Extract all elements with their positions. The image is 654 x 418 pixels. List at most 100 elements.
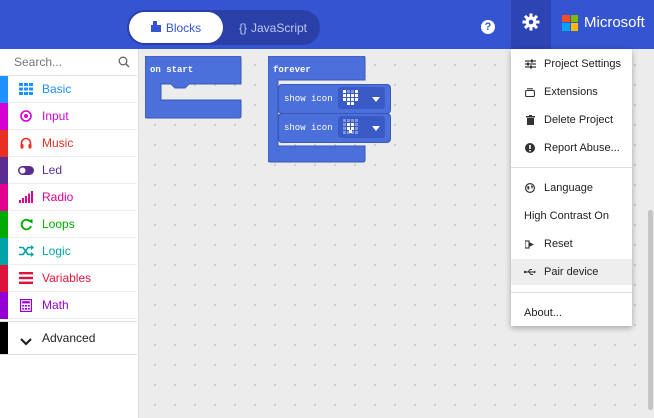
menu-item-label: High Contrast On [524,210,609,222]
top-bar: Blocks {} JavaScript ? Microsoft [0,0,654,49]
menu-divider [511,167,632,168]
category-radio[interactable]: Radio [0,184,137,211]
category-label: Logic [42,244,71,258]
brand-label: Microsoft [584,14,645,31]
alert-icon [524,142,536,154]
category-color-bar [0,130,8,157]
forever-label: forever [273,65,311,75]
show-icon-label: show icon [284,123,333,133]
reset-icon [524,238,536,250]
menu-item-label: Delete Project [544,114,614,126]
small-heart-icon [341,117,361,140]
list-lines-icon [18,271,34,285]
category-color-bar [0,211,8,238]
search-placeholder: Search... [14,55,63,69]
editor-toggle: Blocks {} JavaScript [127,10,320,45]
settings-menu: Project Settings Extensions Delete Proje… [511,49,632,326]
blocks-tab[interactable]: Blocks [129,12,223,43]
show-icon-label: show icon [284,94,333,104]
javascript-tab-label: JavaScript [250,20,308,35]
category-loops[interactable]: Loops [0,211,137,238]
category-led[interactable]: Led [0,157,137,184]
heart-icon [341,88,361,111]
category-color-bar [0,157,8,184]
headphones-icon [18,136,34,150]
category-label: Variables [42,271,92,285]
category-label: Advanced [42,331,96,345]
menu-item-label: Report Abuse... [544,142,620,154]
vertical-scrollbar[interactable] [648,210,653,410]
category-music[interactable]: Music [0,130,137,157]
icon-dropdown[interactable] [338,87,385,109]
show-icon-block[interactable]: show icon [278,113,391,143]
category-advanced[interactable]: Advanced [0,321,137,355]
signal-bars-icon [18,190,34,204]
menu-item-reset[interactable]: Reset [511,231,632,257]
search-icon[interactable] [118,55,130,73]
menu-item-report-abuse[interactable]: Report Abuse... [511,135,632,161]
menu-item-label: Extensions [544,86,598,98]
chevron-down-icon [372,124,380,134]
blocks-icon [150,20,161,35]
input-circle-icon [18,109,34,123]
calculator-icon [18,298,34,312]
category-variables[interactable]: Variables [0,265,137,292]
menu-item-label: Language [544,182,593,194]
menu-item-delete-project[interactable]: Delete Project [511,107,632,133]
menu-item-label: About... [524,307,562,319]
toolbox: Search... Basic Input Music Led Radio Lo… [0,49,139,418]
category-color-bar [0,76,8,103]
menu-item-language[interactable]: Language [511,175,632,201]
category-label: Basic [42,82,72,96]
category-math[interactable]: Math [0,292,137,319]
microsoft-brand[interactable]: Microsoft [562,14,645,31]
toggle-icon [18,163,34,177]
category-label: Math [42,298,69,312]
category-label: Input [42,109,69,123]
category-label: Radio [42,190,74,204]
usb-icon [524,266,536,278]
on-start-block[interactable]: on start [145,56,242,119]
gear-icon [522,13,540,36]
category-color-bar [0,238,8,265]
menu-item-label: Project Settings [544,58,622,70]
category-logic[interactable]: Logic [0,238,137,265]
chevron-down-icon [20,333,32,351]
menu-item-about[interactable]: About... [511,300,632,326]
show-icon-block[interactable]: show icon [278,84,391,114]
trash-icon [524,114,536,126]
menu-item-pair-device[interactable]: Pair device [511,259,632,285]
category-color-bar [0,322,8,354]
sliders-icon [524,58,536,70]
help-icon[interactable]: ? [481,20,495,34]
settings-button[interactable] [511,0,551,49]
category-label: Led [42,163,63,177]
menu-item-label: Reset [544,238,573,250]
menu-item-label: Pair device [544,266,599,278]
menu-item-high-contrast[interactable]: High Contrast On [511,203,632,229]
chevron-down-icon [372,95,380,105]
blocks-tab-label: Blocks [165,20,202,35]
refresh-icon [18,217,34,231]
javascript-tab[interactable]: {} JavaScript [227,12,319,43]
grid-icon [18,82,34,96]
category-color-bar [0,184,8,211]
category-color-bar [0,265,8,292]
globe-icon [524,182,536,194]
category-basic[interactable]: Basic [0,76,137,103]
javascript-icon: {} [238,20,247,35]
shuffle-icon [18,244,34,258]
search-input[interactable]: Search... [0,49,137,76]
on-start-label: on start [150,65,194,75]
microsoft-logo [562,14,578,31]
category-label: Music [42,136,74,150]
category-color-bar [0,292,8,319]
menu-divider [511,292,632,293]
menu-item-extensions[interactable]: Extensions [511,79,632,105]
menu-item-project-settings[interactable]: Project Settings [511,51,632,77]
extensions-icon [524,86,536,98]
category-color-bar [0,103,8,130]
category-label: Loops [42,217,75,231]
icon-dropdown[interactable] [338,116,385,138]
category-input[interactable]: Input [0,103,137,130]
